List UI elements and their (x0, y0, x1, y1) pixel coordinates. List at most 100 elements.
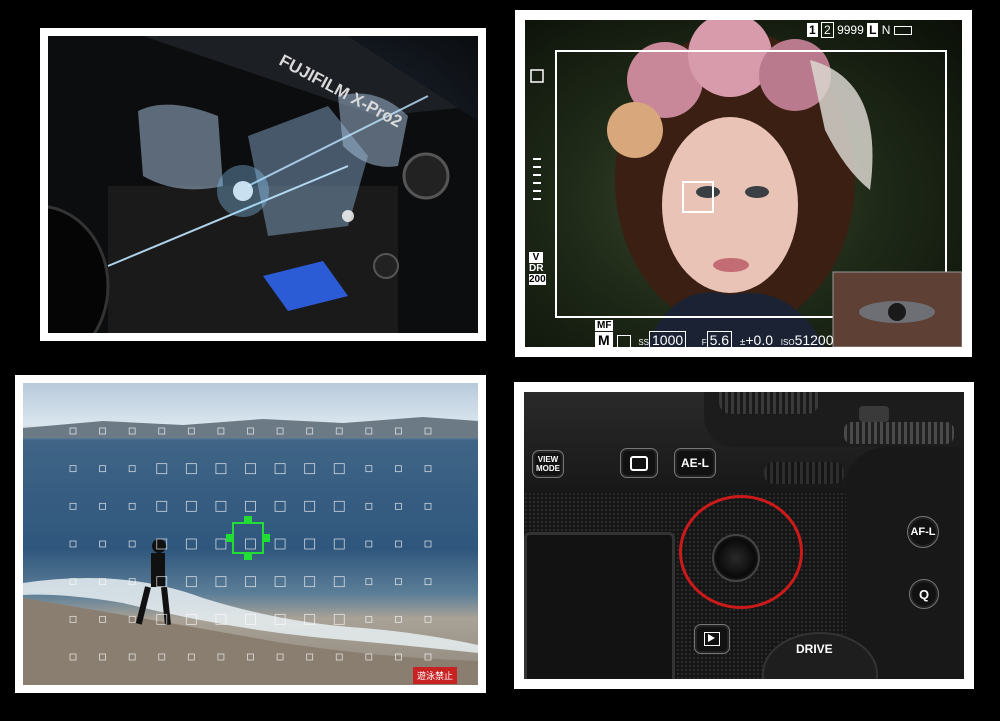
af-point (185, 576, 197, 588)
shutter-button-icon[interactable] (859, 406, 889, 422)
evf-portrait-image: 1 2 9999 L N V DR 200 MF M SS 1000 F 5.6 ±… (525, 20, 962, 347)
command-dial-icon[interactable] (844, 422, 954, 444)
button-icon (373, 253, 399, 279)
portrait-illustration (530, 20, 962, 347)
focus-mode: MF (595, 320, 614, 331)
af-point (128, 502, 136, 510)
view-mode-label-1: VIEW (537, 455, 559, 464)
aperture-value: 5.6 (706, 331, 733, 347)
command-dial-icon (402, 152, 450, 200)
exposure-info-row: M SS 1000 F 5.6 ±+0.0 ISO51200 (595, 331, 834, 347)
drive-mode-icon (530, 69, 544, 83)
af-point (304, 576, 316, 588)
af-point (245, 538, 256, 550)
camera-body-illustration: FUJIFILM X-Pro2 (48, 36, 478, 333)
af-point (424, 615, 432, 623)
rear-dial-icon[interactable] (719, 392, 819, 414)
af-point (185, 538, 197, 550)
af-point (365, 615, 373, 623)
frames-remaining: 9999 (837, 23, 864, 37)
eye-left (696, 186, 720, 198)
dynamic-range-label: DR (529, 263, 544, 274)
view-mode-label-2: MODE (536, 464, 560, 473)
camera-back-panel: VIEW MODE AE-L AF-L Q DRIVE (514, 382, 974, 689)
af-point (395, 578, 402, 586)
af-point (333, 576, 345, 588)
inset-pupil (888, 303, 906, 321)
af-point (395, 615, 402, 623)
af-point (365, 540, 373, 548)
shot-count-group: 1 2 9999 L N (807, 22, 912, 38)
highlight-circle (679, 495, 803, 609)
flower-icon (607, 102, 663, 158)
metering-icon (630, 455, 648, 471)
playback-button[interactable] (694, 624, 730, 654)
af-point (304, 538, 316, 550)
af-point (424, 502, 432, 510)
selected-focus-point[interactable] (226, 516, 270, 560)
lens-flare-icon (342, 210, 354, 222)
af-point (274, 576, 286, 588)
af-point (69, 465, 77, 473)
diopter-icon[interactable] (764, 462, 844, 484)
beach-illustration (23, 417, 478, 685)
exposure-scale (533, 158, 541, 200)
lcd-screen (524, 532, 675, 679)
viewfinder-cutaway-panel: FUJIFILM X-Pro2 (40, 28, 486, 341)
camera-back-image: VIEW MODE AE-L AF-L Q DRIVE (524, 392, 964, 679)
aperture-label: F (701, 338, 707, 347)
dynamic-range-value: 200 (529, 274, 546, 285)
shutter-label: SS (638, 338, 650, 347)
af-point (99, 465, 106, 473)
card-slot-2-icon: 2 (821, 22, 834, 38)
af-point (99, 502, 106, 510)
film-sim-group: V DR 200 (529, 252, 546, 285)
q-button[interactable]: Q (909, 579, 939, 609)
card-slot-1-icon: 1 (807, 23, 818, 37)
view-mode-button[interactable]: VIEW MODE (532, 450, 564, 478)
af-point (424, 465, 432, 473)
af-point (69, 502, 77, 510)
af-point (69, 540, 77, 548)
af-point (128, 540, 136, 548)
af-point (395, 465, 402, 473)
af-point (274, 500, 286, 512)
af-point (185, 463, 197, 475)
evf-portrait-panel: 1 2 9999 L N V DR 200 MF M SS 1000 F 5.6 ±… (515, 10, 972, 357)
af-point (365, 502, 373, 510)
iso-label: ISO (780, 338, 795, 347)
distant-hills (23, 417, 478, 438)
ae-l-button[interactable]: AE-L (674, 448, 716, 478)
warning-sign: 遊泳禁止 (413, 667, 458, 684)
af-point (365, 465, 373, 473)
metering-button[interactable] (620, 448, 658, 478)
af-point (245, 500, 256, 512)
shutter-value: 1000 (649, 331, 687, 347)
af-point (215, 500, 227, 512)
af-point (215, 463, 227, 475)
image-quality: N (881, 23, 891, 37)
eye-right (745, 186, 769, 198)
af-point (156, 500, 168, 512)
af-point (304, 463, 316, 475)
af-point (245, 463, 256, 475)
af-point (333, 500, 345, 512)
af-l-button[interactable]: AF-L (907, 516, 939, 548)
af-point (395, 502, 402, 510)
viewfinder-cutaway-image: FUJIFILM X-Pro2 (48, 36, 478, 333)
metering-icon (616, 334, 631, 347)
grip (846, 447, 964, 679)
image-size: L (867, 23, 879, 37)
af-point (365, 578, 373, 586)
lens-flare-glow (217, 165, 269, 217)
af-grid-beach-panel: 遊泳禁止 (15, 375, 486, 693)
vf-lens-front (138, 104, 223, 190)
af-point (185, 500, 197, 512)
af-point (156, 463, 168, 475)
af-point (274, 538, 286, 550)
exp-comp-value: +0.0 (745, 332, 774, 347)
af-point (333, 613, 345, 625)
af-point (215, 538, 227, 550)
af-point (333, 463, 345, 475)
af-point (395, 540, 402, 548)
